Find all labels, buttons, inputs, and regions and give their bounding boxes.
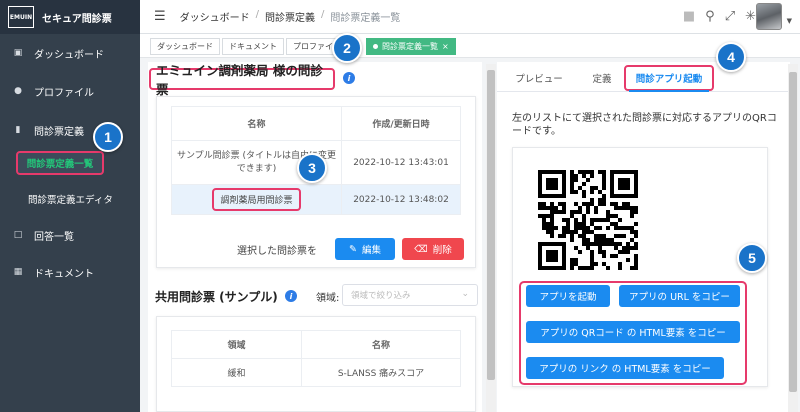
trash-icon: ⌫ xyxy=(414,243,428,255)
scrollbar-thumb[interactable] xyxy=(789,72,797,392)
tab-app-launch[interactable]: 問診アプリ起動 xyxy=(624,65,714,91)
sidebar-item-label: ドキュメント xyxy=(34,268,94,280)
highlighted-form-name: 調剤薬局用問診票 xyxy=(212,188,301,211)
header-icons: ■ ⚲ ⤢ ✳ xyxy=(683,9,756,24)
launch-app-button[interactable]: アプリを起動 xyxy=(526,285,610,307)
copy-link-html-button[interactable]: アプリの リンク の HTML要素 をコピー xyxy=(526,357,724,379)
edit-button[interactable]: ✎ 編集 xyxy=(335,238,395,260)
dashboard-icon: ▣ xyxy=(13,48,23,58)
table-row-selected[interactable]: 調剤薬局用問診票 2022-10-12 13:48:02 xyxy=(171,184,461,215)
sidebar-item-label: ダッシュボード xyxy=(34,49,104,61)
active-dot-icon xyxy=(373,44,378,49)
page-title: エミュイン調剤薬局 様の問診票 xyxy=(149,63,335,97)
window-icon: □ xyxy=(13,230,23,240)
avatar[interactable] xyxy=(756,3,782,30)
right-tabs: プレビュー 定義 問診アプリ起動 xyxy=(497,64,788,92)
breadcrumb-current: 問診票定義一覧 xyxy=(330,13,401,24)
sidebar-item-label: プロファイル xyxy=(34,87,94,99)
qr-code-image xyxy=(538,170,638,270)
brand[interactable]: EMUIN セキュア問診票 xyxy=(0,0,140,34)
sidebar: EMUIN セキュア問診票 ▣ ダッシュボード ● プロファイル ▮ 問診票定義… xyxy=(0,0,140,412)
tab-preview[interactable]: プレビュー xyxy=(509,64,569,92)
callout-badge: 3 xyxy=(297,153,327,183)
sidebar-item-label: 回答一覧 xyxy=(34,231,74,243)
callout-badge: 1 xyxy=(93,122,123,152)
breadcrumb-separator: / xyxy=(321,9,325,20)
sidebar-item-form-definition-editor[interactable]: 問診票定義エディタ xyxy=(28,192,113,206)
tag-documents[interactable]: ドキュメント xyxy=(222,38,284,55)
domain-filter-select[interactable]: 領域で絞り込み ⌄ xyxy=(342,284,478,306)
tags-view: ダッシュボード ドキュメント プロファイ 問診票定義一覧 × xyxy=(140,34,800,58)
scrollbar-thumb[interactable] xyxy=(487,70,495,380)
active-tab-indicator xyxy=(629,90,709,92)
left-scrollbar[interactable] xyxy=(486,64,496,412)
close-icon[interactable]: × xyxy=(442,42,449,51)
app-name: セキュア問診票 xyxy=(42,13,112,25)
sidebar-item-dashboard[interactable]: ▣ ダッシュボード xyxy=(0,38,140,68)
domain-filter-label: 領域: xyxy=(316,293,340,304)
breadcrumb: ダッシュボード / 問診票定義 / 問診票定義一覧 xyxy=(180,9,401,24)
shared-forms-title: 共用問診票 (サンプル) xyxy=(155,290,278,304)
tab-definition[interactable]: 定義 xyxy=(585,64,619,92)
info-icon[interactable]: i xyxy=(285,290,297,302)
right-scrollbar[interactable] xyxy=(788,64,798,412)
domain-filter-placeholder: 領域で絞り込み xyxy=(351,291,411,301)
form-updated-at: 2022-10-12 13:43:01 xyxy=(341,140,461,185)
sidebar-item-form-definition-list[interactable]: 問診票定義一覧 xyxy=(16,151,104,175)
table-row[interactable]: 緩和 S-LANSS 痛みスコア xyxy=(171,358,461,387)
breadcrumb-separator: / xyxy=(255,9,260,20)
chevron-down-icon[interactable]: ▼ xyxy=(787,17,792,25)
fullscreen-icon[interactable]: ⤢ xyxy=(725,9,735,24)
delete-label: 削除 xyxy=(432,245,452,256)
domain-cell: 緩和 xyxy=(171,358,302,387)
tag-form-definition-list[interactable]: 問診票定義一覧 × xyxy=(366,38,456,55)
app-logo: EMUIN xyxy=(8,6,34,28)
sidebar-item-documents[interactable]: ▦ ドキュメント xyxy=(0,257,140,287)
sidebar-item-label: 問診票定義 xyxy=(34,126,84,138)
copy-qr-html-button[interactable]: アプリの QRコード の HTML要素 をコピー xyxy=(526,321,740,343)
column-header[interactable]: 領域 xyxy=(171,330,302,359)
form-updated-at: 2022-10-12 13:48:02 xyxy=(341,184,461,215)
info-icon[interactable]: i xyxy=(343,72,355,84)
top-header: ☰ ダッシュボード / 問診票定義 / 問診票定義一覧 ■ ⚲ ⤢ ✳ ▼ xyxy=(140,0,800,34)
column-header[interactable]: 名称 xyxy=(171,106,342,141)
form-name: 調剤薬局用問診票 xyxy=(171,184,342,215)
breadcrumb-item[interactable]: 問診票定義 xyxy=(265,9,315,24)
search-icon[interactable]: ⚲ xyxy=(705,9,715,24)
pencil-icon: ✎ xyxy=(349,243,357,255)
callout-badge: 4 xyxy=(716,42,746,72)
form-name: S-LANSS 痛みスコア xyxy=(301,358,461,387)
copy-app-url-button[interactable]: アプリの URL をコピー xyxy=(619,285,740,307)
column-header[interactable]: 作成/更新日時 xyxy=(341,106,461,141)
document-icon: ▦ xyxy=(13,267,23,277)
tag-dashboard[interactable]: ダッシュボード xyxy=(150,38,220,55)
callout-badge: 5 xyxy=(737,243,767,273)
delete-button[interactable]: ⌫ 削除 xyxy=(402,238,464,260)
tag-label: 問診票定義一覧 xyxy=(382,42,438,51)
menu-toggle-icon[interactable]: ☰ xyxy=(154,9,166,24)
sidebar-item-answers[interactable]: □ 回答一覧 xyxy=(0,220,140,250)
callout-badge: 2 xyxy=(332,33,362,63)
bug-icon[interactable]: ✳ xyxy=(745,9,756,24)
user-icon: ● xyxy=(14,86,22,96)
sidebar-item-profile[interactable]: ● プロファイル xyxy=(0,76,140,106)
selected-form-label: 選択した問診票を xyxy=(237,246,317,257)
breadcrumb-item[interactable]: ダッシュボード xyxy=(180,9,250,24)
clipboard-icon: ▮ xyxy=(15,125,21,135)
edit-label: 編集 xyxy=(361,245,381,256)
qr-description: 左のリストにて選択された問診票に対応するアプリのQRコードです。 xyxy=(512,113,777,137)
column-header[interactable]: 名称 xyxy=(301,330,461,359)
lock-icon[interactable]: ■ xyxy=(683,9,695,24)
chevron-down-icon: ⌄ xyxy=(461,289,469,299)
shared-forms-table: 領域 名称 緩和 S-LANSS 痛みスコア xyxy=(171,330,461,387)
